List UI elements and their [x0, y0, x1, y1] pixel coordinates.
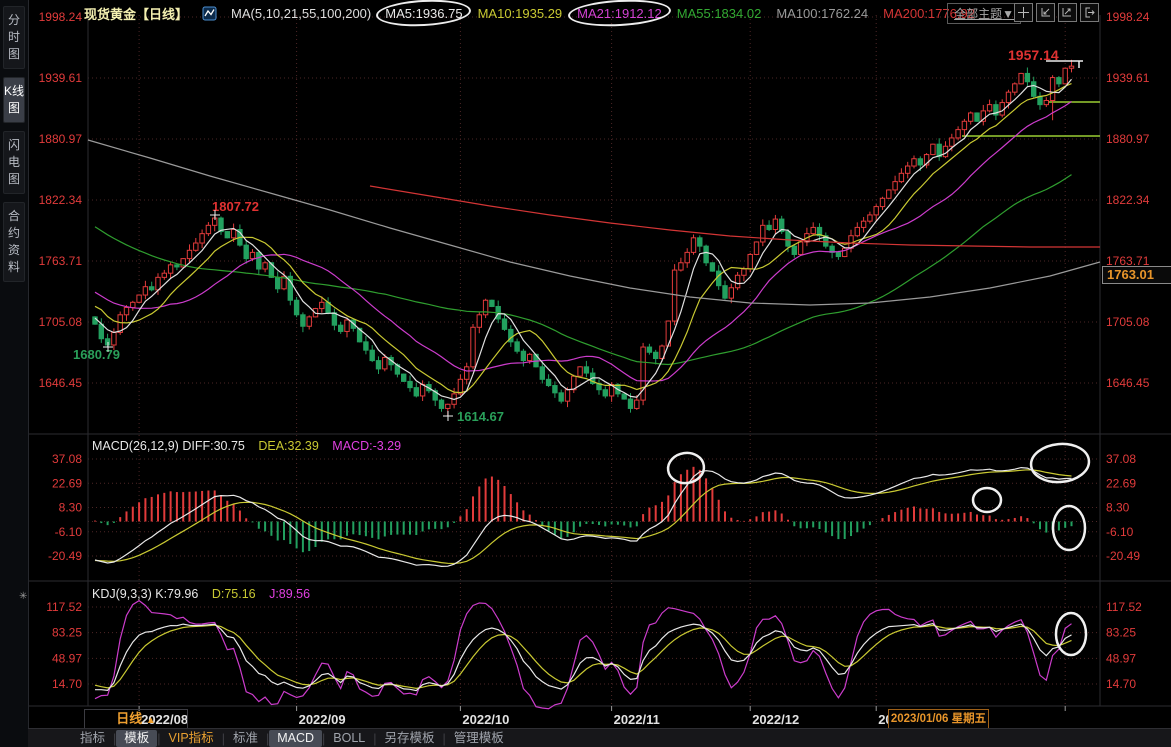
axis-label: 83.25 [52, 626, 82, 640]
annotation-ellipse [973, 488, 1001, 512]
macd-header: MACD(26,12,9) DIFF:30.75 DEA:32.39 MACD:… [92, 439, 401, 453]
j-line [95, 601, 1072, 709]
d-value: D:75.16 [212, 587, 256, 601]
ma-value-3: MA55:1834.02 [677, 6, 762, 21]
k-line [95, 624, 1072, 691]
axis-label: -20.49 [1106, 549, 1140, 563]
axis-label: 14.70 [52, 677, 82, 691]
kline-chart-canvas[interactable]: 1998.24 1998.24 1939.61 1939.61 1880.97 1880.… [0, 0, 1171, 747]
ma-value-4: MA100:1762.24 [776, 6, 868, 21]
axis-label: 1880.97 [39, 132, 83, 146]
trading-app-window: 1998.24 1998.24 1939.61 1939.61 1880.97 1880.… [0, 0, 1171, 747]
header-tool-icons [1014, 3, 1099, 22]
axis-label: 83.25 [1106, 626, 1136, 640]
month-label: 2022/11 [614, 712, 660, 727]
month-label: 2022/09 [299, 712, 346, 727]
toolbar-item-1[interactable]: 模板 [116, 730, 157, 747]
pane-layout-right-icon[interactable] [1058, 3, 1077, 22]
ma-values: MA5:1936.75 MA10:1935.29 MA21:1912.12 MA55:… [385, 6, 975, 21]
pane-layout-left-icon[interactable] [1036, 3, 1055, 22]
ma-value-0: MA5:1936.75 [385, 6, 462, 21]
axis-label: 22.69 [52, 476, 82, 490]
toolbar-item-3[interactable]: 标准 [225, 730, 266, 747]
d-line [95, 625, 1072, 688]
axis-label: 117.52 [46, 600, 82, 614]
axis-label: 1998.24 [1106, 10, 1150, 24]
axis-label: 1822.34 [39, 193, 83, 207]
symbol-title: 现货黄金【日线】 [84, 4, 188, 23]
toolbar-item-4[interactable]: MACD [269, 730, 322, 747]
ma-settings-label: MA(5,10,21,55,100,200) [231, 6, 371, 21]
axis-label: 1939.61 [39, 71, 83, 85]
axis-label: 1939.61 [1106, 71, 1150, 85]
macd-value: MACD:-3.29 [332, 439, 401, 453]
axis-label: 14.70 [1106, 677, 1136, 691]
axis-label: 1646.45 [1106, 376, 1150, 390]
month-label: 2022/12 [752, 712, 799, 727]
axis-label: 37.08 [1106, 452, 1136, 466]
axis-label: 1705.08 [1106, 315, 1150, 329]
axis-label: 1822.34 [1106, 193, 1150, 207]
dea-value: DEA:32.39 [258, 439, 318, 453]
axis-label: -6.10 [55, 525, 83, 539]
price-annotation: 1614.67 [457, 409, 504, 424]
panel-dividers [28, 15, 1171, 706]
sidebar-item-2[interactable]: 闪电图 [3, 131, 25, 194]
price-annotation: 1807.72 [212, 199, 259, 214]
toolbar-item-0[interactable]: 指标 [72, 730, 113, 747]
ma-value-1: MA10:1935.29 [478, 6, 563, 21]
price-annotation: 1680.79 [73, 347, 120, 362]
grid-lines [88, 15, 1100, 705]
axis-label: 22.69 [1106, 476, 1136, 490]
axis-label: -6.10 [1106, 525, 1134, 539]
toolbar-item-5[interactable]: BOLL [325, 730, 373, 747]
annotation-ellipse [1029, 442, 1090, 485]
axis-label: 48.97 [52, 651, 82, 665]
month-label: 2022/10 [462, 712, 509, 727]
dea-line [95, 470, 1072, 564]
sidebar-item-0[interactable]: 分时图 [3, 6, 25, 69]
period-selector[interactable]: 日线 ▲ [84, 709, 188, 729]
chart-type-sidebar: 分时图 K线图闪电图合约资料 [0, 0, 29, 747]
axis-value-box: 1763.01 [1102, 266, 1171, 284]
annotation-ellipse [1053, 506, 1085, 550]
kdj-title: KDJ(9,3,3) K:79.96 [92, 587, 198, 601]
axis-label: 117.52 [1106, 600, 1142, 614]
sidebar-item-3[interactable]: 合约资料 [3, 202, 25, 282]
axis-label: 8.30 [59, 501, 83, 515]
crosshair-icon[interactable] [1014, 3, 1033, 22]
diff-line [95, 468, 1072, 567]
axis-label: 1763.71 [39, 254, 83, 268]
toolbar-item-2[interactable]: VIP指标 [161, 730, 222, 747]
axis-label: 1880.97 [1106, 132, 1150, 146]
axis-label: 1646.45 [39, 376, 83, 390]
ma100-line [88, 140, 1100, 305]
extreme-cross-marker [443, 411, 453, 421]
popout-icon[interactable] [1080, 3, 1099, 22]
chart-header: 现货黄金【日线】 MA(5,10,21,55,100,200) MA5:1936… [84, 1, 975, 25]
ma-value-2: MA21:1912.12 [577, 6, 662, 21]
macd-histogram [95, 467, 1072, 552]
ma200-line [370, 186, 1100, 247]
kdj-settings-icon[interactable]: ✳ [19, 591, 27, 602]
kdj-header: KDJ(9,3,3) K:79.96 D:75.16 J:89.56 [92, 587, 310, 601]
chart-thumbnail-icon [202, 6, 217, 21]
axis-label: 1705.08 [39, 315, 83, 329]
indicator-toolbar: 指标|模板|VIP指标|标准|MACD|BOLL|另存模板|管理模板 [28, 728, 1171, 747]
sidebar-item-1[interactable]: K线图 [3, 77, 25, 123]
toolbar-item-6[interactable]: 另存模板 [376, 730, 442, 747]
axis-label: 1998.24 [39, 10, 83, 24]
axis-label: 37.08 [52, 452, 82, 466]
axis-label: -20.49 [48, 549, 82, 563]
current-date-box: 2023/01/06 星期五 [888, 709, 989, 729]
j-value: J:89.56 [269, 587, 310, 601]
macd-title: MACD(26,12,9) DIFF:30.75 [92, 439, 245, 453]
axis-label: 8.30 [1106, 501, 1130, 515]
annotation-ellipse [1056, 613, 1086, 655]
theme-dropdown[interactable]: 全部主题▼ [947, 3, 1021, 24]
toolbar-item-7[interactable]: 管理模板 [446, 730, 512, 747]
axis-label: 48.97 [1106, 651, 1136, 665]
